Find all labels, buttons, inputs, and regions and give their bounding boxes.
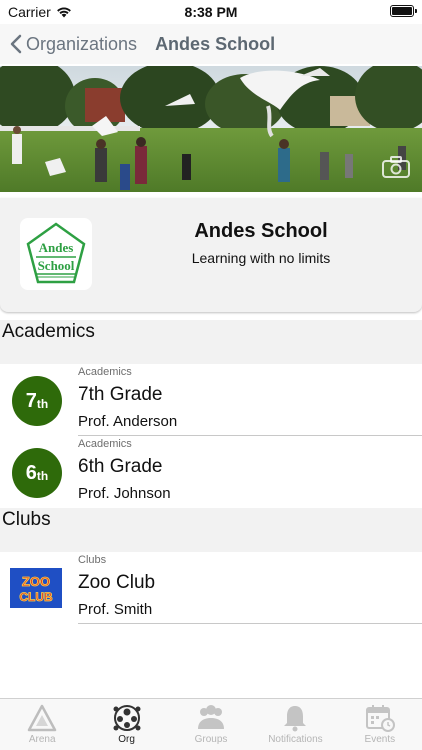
row-subtitle: Prof. Smith bbox=[78, 601, 153, 618]
tab-notifications[interactable]: Notifications bbox=[253, 699, 337, 750]
calendar-icon bbox=[365, 705, 395, 732]
row-subtitle: Prof. Johnson bbox=[78, 485, 171, 502]
grade-badge-number: 6 bbox=[25, 461, 37, 484]
tab-groups[interactable]: Groups bbox=[169, 699, 253, 750]
tab-bar: Arena Org Groups Notifications Events bbox=[0, 698, 422, 750]
org-icon bbox=[113, 705, 141, 731]
org-logo: Andes School bbox=[20, 218, 92, 290]
group-row-6th-grade[interactable]: 6th Academics 6th Grade Prof. Johnson bbox=[0, 436, 422, 508]
navigation-bar: Organizations Andes School bbox=[0, 24, 422, 64]
zoo-club-image-text-1: ZOO bbox=[22, 574, 50, 589]
grade-badge: 7th bbox=[12, 376, 62, 426]
group-row-zoo-club[interactable]: ZOO CLUB Clubs Zoo Club Prof. Smith bbox=[0, 552, 422, 624]
tab-label: Org bbox=[118, 734, 135, 745]
back-button[interactable]: Organizations bbox=[10, 34, 137, 55]
tab-label: Events bbox=[364, 734, 396, 745]
grade-badge-suffix: th bbox=[36, 469, 49, 483]
section-header-academics: Academics bbox=[0, 320, 422, 364]
group-row-7th-grade[interactable]: 7th Academics 7th Grade Prof. Anderson bbox=[0, 364, 422, 436]
zoo-club-image-text-2: CLUB bbox=[19, 590, 53, 604]
battery-icon bbox=[390, 5, 417, 17]
row-category: Clubs bbox=[78, 554, 107, 566]
back-button-label: Organizations bbox=[26, 33, 138, 54]
row-title: 7th Grade bbox=[78, 384, 163, 405]
tab-arena[interactable]: Arena bbox=[0, 699, 84, 750]
page-title: Andes School bbox=[155, 33, 276, 54]
status-bar: Carrier 8:38 PM bbox=[0, 0, 422, 24]
clock: 8:38 PM bbox=[184, 4, 238, 20]
chevron-left-icon bbox=[10, 34, 22, 54]
row-subtitle: Prof. Anderson bbox=[78, 413, 178, 430]
row-title: Zoo Club bbox=[78, 572, 156, 593]
zoo-club-image: ZOO CLUB bbox=[10, 568, 62, 608]
org-logo-line1: Andes bbox=[39, 240, 74, 255]
grade-badge: 6th bbox=[12, 448, 62, 498]
org-logo-line2: School bbox=[38, 258, 75, 273]
groups-icon bbox=[198, 705, 225, 729]
org-card: Andes School Andes School Learning with … bbox=[0, 198, 422, 312]
org-name: Andes School bbox=[194, 220, 328, 242]
row-category: Academics bbox=[78, 366, 132, 378]
org-tagline: Learning with no limits bbox=[191, 250, 331, 266]
section-header-clubs: Clubs bbox=[0, 508, 422, 552]
banner-image bbox=[0, 66, 422, 192]
tab-label: Groups bbox=[194, 734, 228, 745]
row-title: 6th Grade bbox=[78, 456, 163, 477]
tab-events[interactable]: Events bbox=[338, 699, 422, 750]
row-divider bbox=[78, 623, 422, 624]
grade-badge-suffix: th bbox=[36, 397, 49, 411]
grade-badge-number: 7 bbox=[25, 389, 37, 412]
row-category: Academics bbox=[78, 438, 132, 450]
tab-label: Notifications bbox=[268, 734, 323, 745]
tab-org[interactable]: Org bbox=[84, 699, 168, 750]
tab-label: Arena bbox=[28, 734, 56, 745]
camera-icon[interactable] bbox=[382, 156, 410, 178]
bell-icon bbox=[284, 706, 307, 732]
arena-icon bbox=[27, 704, 57, 732]
